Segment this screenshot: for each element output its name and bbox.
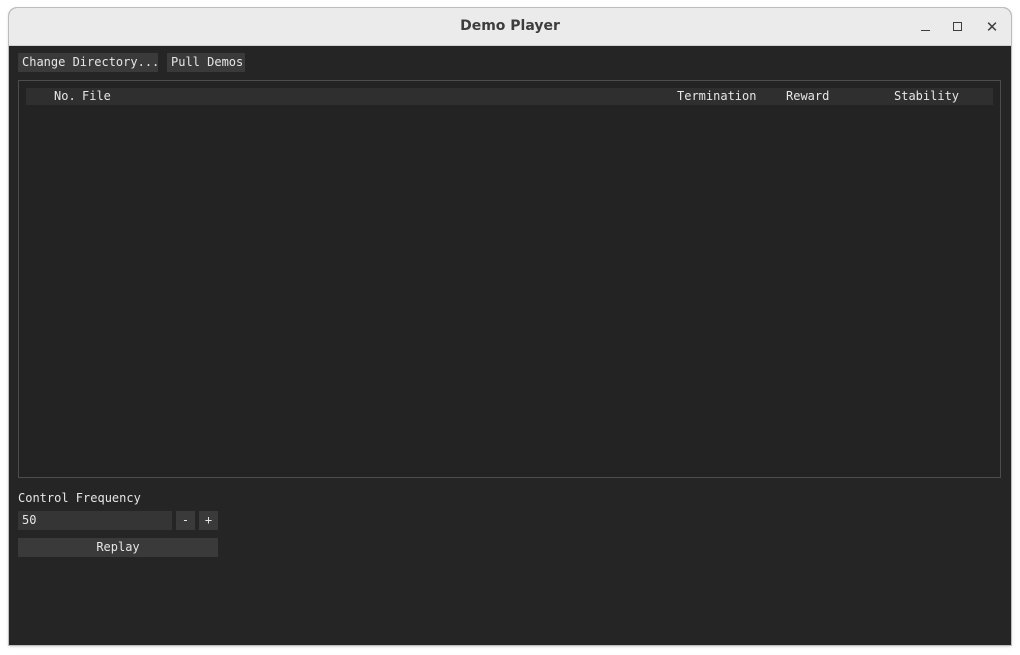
column-header-reward[interactable]: Reward	[786, 88, 829, 105]
demo-table[interactable]: No. File Termination Reward Stability	[18, 80, 1001, 478]
column-header-stability[interactable]: Stability	[894, 88, 959, 105]
column-header-termination[interactable]: Termination	[677, 88, 756, 105]
table-header: No. File Termination Reward Stability	[26, 88, 993, 105]
control-frequency-input[interactable]	[18, 511, 172, 530]
column-header-file[interactable]: File	[82, 88, 111, 105]
column-header-no[interactable]: No.	[54, 88, 76, 105]
replay-button[interactable]: Replay	[18, 538, 218, 557]
increment-button[interactable]: +	[199, 511, 218, 530]
pull-demos-button[interactable]: Pull Demos	[167, 53, 245, 72]
app-content: Change Directory... Pull Demos No. File …	[9, 8, 1011, 645]
change-directory-button[interactable]: Change Directory...	[18, 53, 159, 72]
decrement-button[interactable]: -	[176, 511, 195, 530]
control-frequency-label: Control Frequency	[18, 491, 141, 505]
demo-player-window: Demo Player ✕ Change Directory... Pull D…	[9, 8, 1011, 645]
